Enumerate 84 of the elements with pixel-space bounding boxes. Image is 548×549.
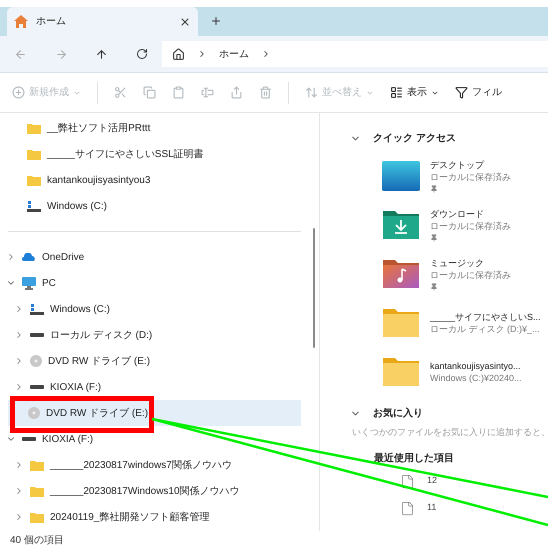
close-icon[interactable] xyxy=(179,16,191,28)
item-label: Windows (C:) xyxy=(50,302,110,316)
trash-icon xyxy=(259,86,272,99)
pinned-item[interactable]: __弊社ソフト活用PRttt xyxy=(0,115,309,141)
drive-icon xyxy=(22,437,36,441)
sort-arrows-icon xyxy=(305,86,318,99)
disc-icon xyxy=(28,407,40,419)
item-label: ______20230817Windows10関係ノウハウ xyxy=(50,484,240,498)
toolbar-button[interactable]: フィル xyxy=(455,85,502,100)
pinned-item[interactable]: _____サイフにやさしいSSL証明書 xyxy=(0,141,309,167)
recent-file[interactable]: 11 xyxy=(350,494,548,522)
item-label: ローカル ディスク (D:) xyxy=(50,328,152,342)
folder-icon xyxy=(30,512,44,522)
desktop-icon xyxy=(382,160,420,190)
status-text: 40 個の項目 xyxy=(10,534,64,548)
tree-item[interactable]: Windows (C:) xyxy=(0,296,309,322)
new-tab-icon[interactable] xyxy=(210,15,222,27)
quick-access-item[interactable]: kantankoujisyasintyo... Windows (C:)¥20240... xyxy=(382,347,548,396)
toolbar-button[interactable]: 表示 xyxy=(390,85,439,100)
music-folder-icon xyxy=(383,260,419,288)
forward-icon[interactable] xyxy=(54,48,68,60)
up-icon[interactable] xyxy=(95,48,108,60)
tree-item[interactable]: ローカル ディスク (D:) xyxy=(0,322,309,348)
filter-icon xyxy=(455,86,468,99)
favorites-message: いくつかのファイルをお気に入りに追加すると、 xyxy=(351,426,548,439)
tree-item[interactable]: 20240119_弊社開発ソフト顧客管理 xyxy=(0,504,309,530)
folder-icon xyxy=(30,460,44,470)
item-label: DVD RW ドライブ (E:) xyxy=(48,354,150,368)
folder-icon xyxy=(383,358,419,386)
scrollbar-thumb[interactable] xyxy=(313,228,315,348)
quick-access-item[interactable]: ダウンロード ローカルに保存済み xyxy=(382,200,548,249)
quick-access-item[interactable]: ミュージック ローカルに保存済み xyxy=(382,249,548,298)
clipboard-icon xyxy=(172,86,185,99)
cloud-icon xyxy=(22,253,36,261)
tree-item[interactable]: OneDrive xyxy=(0,244,309,270)
tree-item[interactable]: ______20230817Windows10関係ノウハウ xyxy=(0,478,309,504)
quick-access-item[interactable]: デスクトップ ローカルに保存済み xyxy=(382,151,548,200)
monitor-icon xyxy=(22,276,36,290)
drive-icon xyxy=(27,200,41,212)
drive-icon xyxy=(30,333,44,337)
tree-item[interactable]: KIOXIA (F:) xyxy=(0,426,309,452)
share-icon xyxy=(230,86,243,99)
quick-access-item[interactable]: _____サイフにやさしいS... ローカル ディスク (D:)¥_... xyxy=(382,298,548,347)
address-field[interactable]: ホーム xyxy=(162,41,548,67)
section-title: お気に入り xyxy=(373,406,423,420)
section-title: クイック アクセス xyxy=(373,132,456,146)
item-label: DVD RW ドライブ (E:) xyxy=(46,406,148,420)
folder-icon xyxy=(27,122,41,134)
pinned-item[interactable]: kantankoujisyasintyou3 xyxy=(0,167,309,193)
plus-circle-icon xyxy=(12,86,25,99)
home-icon xyxy=(172,48,185,60)
pinned-item[interactable]: Windows (C:) xyxy=(0,193,309,219)
item-label: 20240119_弊社開発ソフト顧客管理 xyxy=(50,510,210,524)
drive-icon xyxy=(30,385,44,389)
tree-item[interactable]: ______20230817windows7関係ノウハウ xyxy=(0,452,309,478)
file-icon xyxy=(400,500,415,516)
folder-icon xyxy=(383,308,419,336)
download-folder-icon xyxy=(383,210,419,238)
section-title: 最近使用した項目 xyxy=(374,452,454,466)
refresh-icon[interactable] xyxy=(136,48,148,60)
rename-icon xyxy=(201,86,214,99)
recent-file[interactable]: 12 xyxy=(350,468,548,494)
drive-icon xyxy=(30,304,44,314)
tree-item[interactable]: KIOXIA (F:) xyxy=(0,374,309,400)
breadcrumb[interactable]: ホーム xyxy=(219,46,249,62)
folder-icon xyxy=(27,174,41,186)
tree-item[interactable]: DVD RW ドライブ (E:) xyxy=(0,348,309,374)
item-label: PC xyxy=(42,276,56,290)
folder-icon xyxy=(27,148,41,160)
item-label: KIOXIA (F:) xyxy=(42,432,94,446)
item-label: ______20230817windows7関係ノウハウ xyxy=(50,458,232,472)
disc-icon xyxy=(30,355,42,367)
copy-icon xyxy=(143,86,156,99)
file-icon xyxy=(400,474,415,488)
item-label: OneDrive xyxy=(42,250,84,264)
tab[interactable]: ホーム xyxy=(7,7,198,36)
tree-item[interactable]: PC xyxy=(0,270,309,296)
folder-icon xyxy=(30,486,44,496)
list-icon xyxy=(390,86,403,99)
home-icon xyxy=(14,15,28,28)
tree-item[interactable]: DVD RW ドライブ (E:) xyxy=(8,400,301,426)
cut-icon xyxy=(114,86,127,99)
item-label: KIOXIA (F:) xyxy=(50,380,102,394)
back-icon[interactable] xyxy=(14,48,27,60)
